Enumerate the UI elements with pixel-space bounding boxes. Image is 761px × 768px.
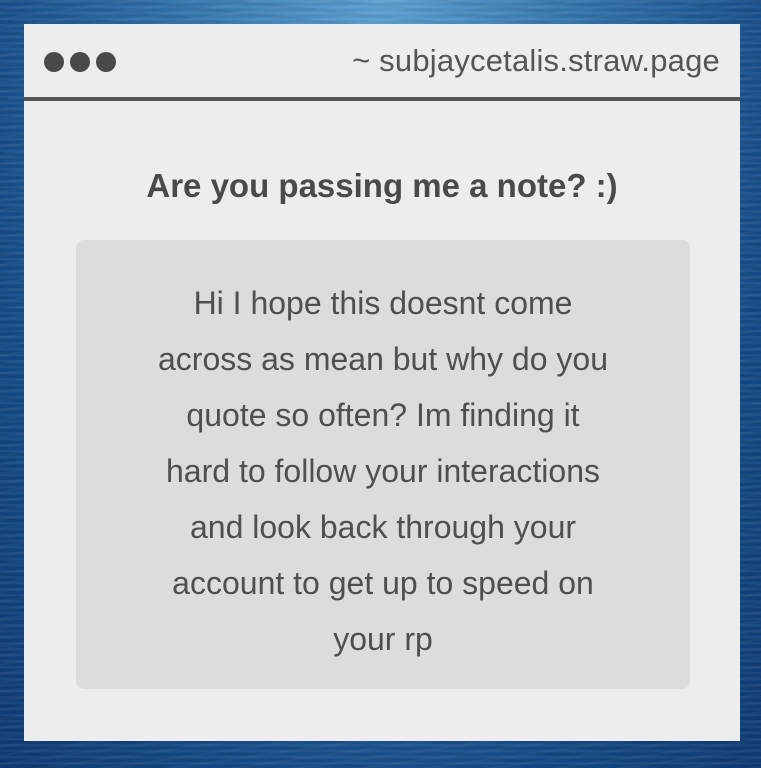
note-line: quote so often? Im finding it — [186, 397, 580, 433]
note-line: hard to follow your interactions — [166, 453, 600, 489]
note-line: account to get up to speed on — [172, 565, 594, 601]
page-url: ~ subjaycetalis.straw.page — [352, 43, 720, 78]
page-title: Are you passing me a note? :) — [146, 167, 618, 204]
window-dot-icon[interactable] — [96, 52, 116, 72]
note-line: across as mean but why do you — [157, 341, 608, 377]
window-titlebar: ~ subjaycetalis.straw.page — [24, 24, 740, 101]
note-message: Hi I hope this doesnt come across as mea… — [110, 275, 656, 667]
note-line: Hi I hope this doesnt come — [193, 285, 573, 321]
note-line: your rp — [333, 621, 433, 657]
browser-window: ~ subjaycetalis.straw.page Are you passi… — [24, 24, 740, 741]
note-card: Hi I hope this doesnt come across as mea… — [76, 240, 690, 689]
window-dot-icon[interactable] — [44, 52, 64, 72]
window-controls — [44, 52, 116, 72]
note-line: and look back through your — [189, 509, 577, 545]
window-dot-icon[interactable] — [70, 52, 90, 72]
